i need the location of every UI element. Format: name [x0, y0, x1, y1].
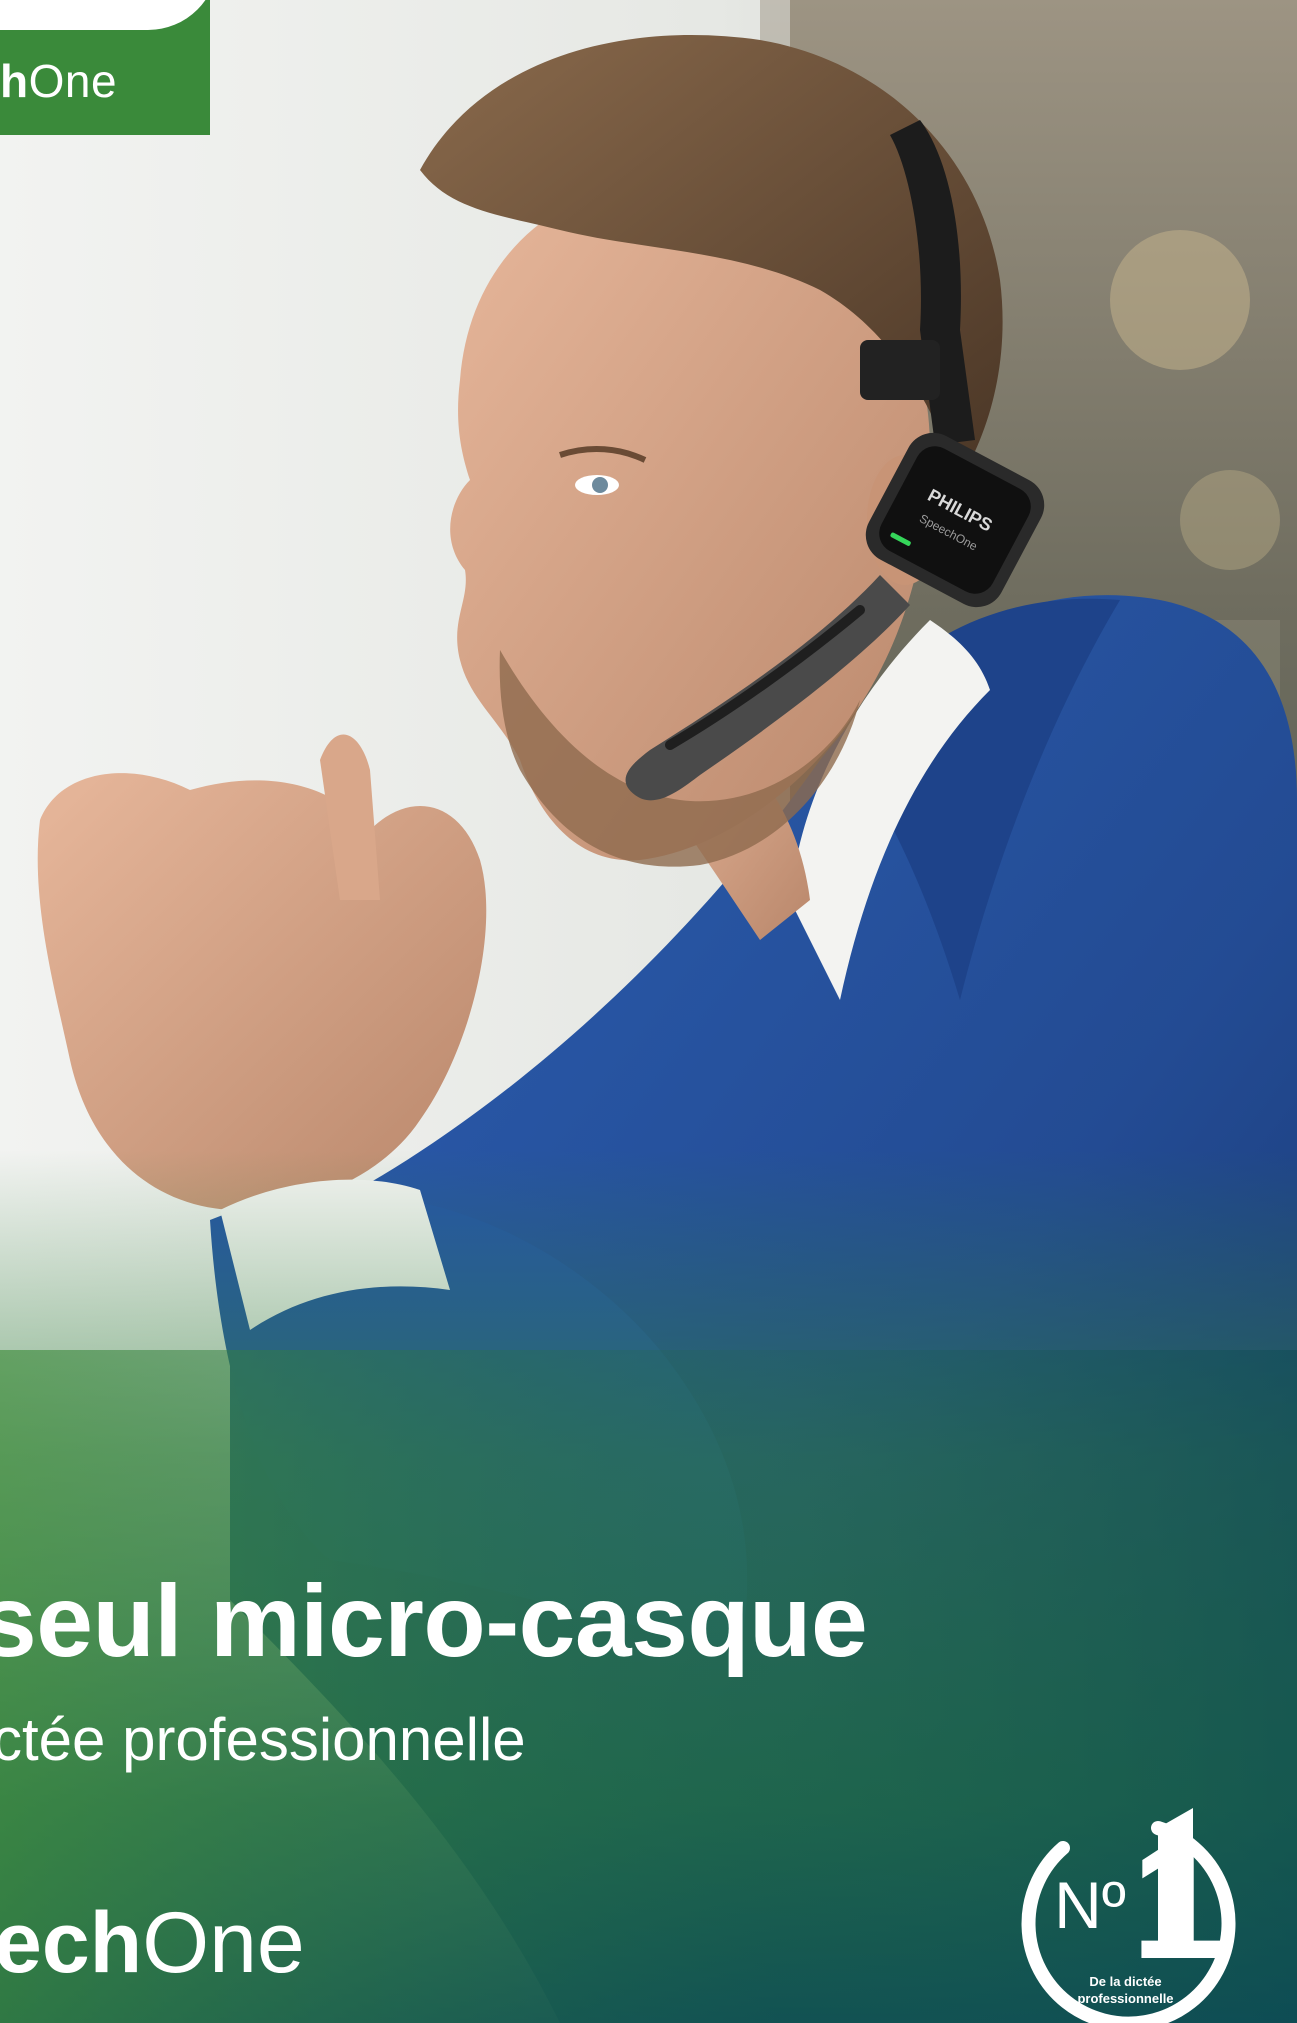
badge-number-mark: Nº — [1054, 1868, 1126, 1942]
brand-tab-curve — [0, 0, 210, 30]
ad-page: PHILIPS SpeechOne hOne seul micro-casque… — [0, 0, 1297, 2023]
number-one-badge: Nº 1 De la dictée professionnelle — [1008, 1805, 1243, 2023]
brand-tab-bold: h — [0, 55, 29, 107]
product-name: echOne — [0, 1900, 305, 1986]
subline: ctée professionnelle — [0, 1706, 526, 1773]
badge-number: 1 — [1131, 1808, 1226, 1995]
badge-caption-line2: professionnelle — [1077, 1991, 1174, 2006]
brand-tab-label: hOne — [0, 54, 117, 108]
brand-tab: hOne — [0, 0, 210, 135]
headline: seul micro-casque — [0, 1564, 868, 1678]
badge-caption-line1: De la dictée — [1089, 1974, 1162, 1989]
product-name-bold: ech — [0, 1895, 143, 1991]
brand-tab-light: One — [28, 55, 118, 107]
product-name-light: One — [142, 1895, 305, 1991]
